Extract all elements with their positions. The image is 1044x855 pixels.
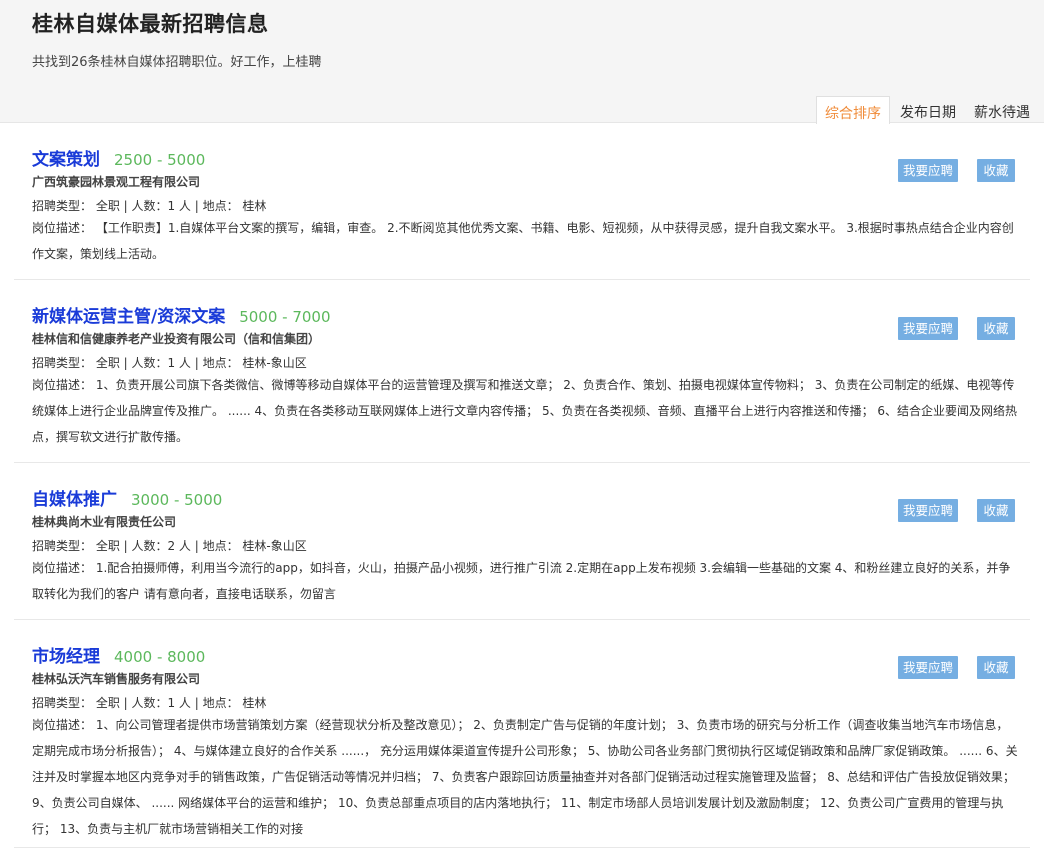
- job-description: 岗位描述： 1、负责开展公司旗下各类微信、微博等移动自媒体平台的运营管理及撰写和…: [32, 378, 1018, 444]
- job-salary: 4000 - 8000: [114, 648, 206, 666]
- page-title: 桂林自媒体最新招聘信息: [32, 12, 269, 36]
- job-description: 岗位描述： 【工作职责】1.自媒体平台文案的撰写，编辑，审查。 2.不断阅览其他…: [32, 221, 1014, 261]
- apply-button[interactable]: 我要应聘: [898, 159, 958, 182]
- job-item: 文案策划 2500 - 5000 广西筑豪园林景观工程有限公司 招聘类型： 全职…: [14, 123, 1030, 280]
- job-salary: 5000 - 7000: [239, 308, 331, 326]
- result-summary: 共找到26条桂林自媒体招聘职位。好工作，上桂聘: [32, 55, 322, 70]
- job-meta: 招聘类型： 全职 | 人数：1 人 | 地点： 桂林: [32, 199, 267, 213]
- sort-tab-comprehensive[interactable]: 综合排序: [816, 96, 890, 124]
- apply-button[interactable]: 我要应聘: [898, 499, 958, 522]
- company-name: 桂林弘沃汽车销售服务有限公司: [32, 672, 201, 686]
- apply-button[interactable]: 我要应聘: [898, 656, 958, 679]
- company-name: 广西筑豪园林景观工程有限公司: [32, 175, 201, 189]
- job-title-link[interactable]: 自媒体推广: [32, 485, 117, 510]
- job-description: 岗位描述： 1、向公司管理者提供市场营销策划方案（经营现状分析及整改意见）； 2…: [32, 718, 1018, 836]
- job-item: 新媒体运营主管/资深文案 5000 - 7000 桂林信和信健康养老产业投资有限…: [14, 280, 1030, 463]
- job-description: 岗位描述： 1.配合拍摄师傅，利用当今流行的app，如抖音，火山，拍摄产品小视频…: [32, 561, 1011, 601]
- job-list: 文案策划 2500 - 5000 广西筑豪园林景观工程有限公司 招聘类型： 全职…: [14, 123, 1030, 848]
- company-name: 桂林信和信健康养老产业投资有限公司（信和信集团）: [32, 332, 321, 346]
- job-meta: 招聘类型： 全职 | 人数：2 人 | 地点： 桂林-象山区: [32, 539, 307, 553]
- job-salary: 2500 - 5000: [114, 151, 206, 169]
- sort-tab-publish-date[interactable]: 发布日期: [892, 96, 964, 121]
- job-item: 自媒体推广 3000 - 5000 桂林典尚木业有限责任公司 招聘类型： 全职 …: [14, 463, 1030, 620]
- sort-tab-salary[interactable]: 薪水待遇: [966, 96, 1038, 121]
- sort-tabs: 综合排序 发布日期 薪水待遇: [814, 96, 1038, 124]
- page-header: 桂林自媒体最新招聘信息 共找到26条桂林自媒体招聘职位。好工作，上桂聘 综合排序…: [0, 0, 1044, 124]
- job-title-link[interactable]: 文案策划: [32, 145, 100, 170]
- job-title-link[interactable]: 新媒体运营主管/资深文案: [32, 302, 225, 327]
- favorite-button[interactable]: 收藏: [977, 656, 1015, 679]
- job-meta: 招聘类型： 全职 | 人数：1 人 | 地点： 桂林-象山区: [32, 356, 307, 370]
- favorite-button[interactable]: 收藏: [977, 499, 1015, 522]
- job-item: 市场经理 4000 - 8000 桂林弘沃汽车销售服务有限公司 招聘类型： 全职…: [14, 620, 1030, 848]
- job-salary: 3000 - 5000: [131, 491, 223, 509]
- job-meta: 招聘类型： 全职 | 人数：1 人 | 地点： 桂林: [32, 696, 267, 710]
- favorite-button[interactable]: 收藏: [977, 317, 1015, 340]
- company-name: 桂林典尚木业有限责任公司: [32, 515, 177, 529]
- favorite-button[interactable]: 收藏: [977, 159, 1015, 182]
- apply-button[interactable]: 我要应聘: [898, 317, 958, 340]
- job-title-link[interactable]: 市场经理: [32, 642, 100, 667]
